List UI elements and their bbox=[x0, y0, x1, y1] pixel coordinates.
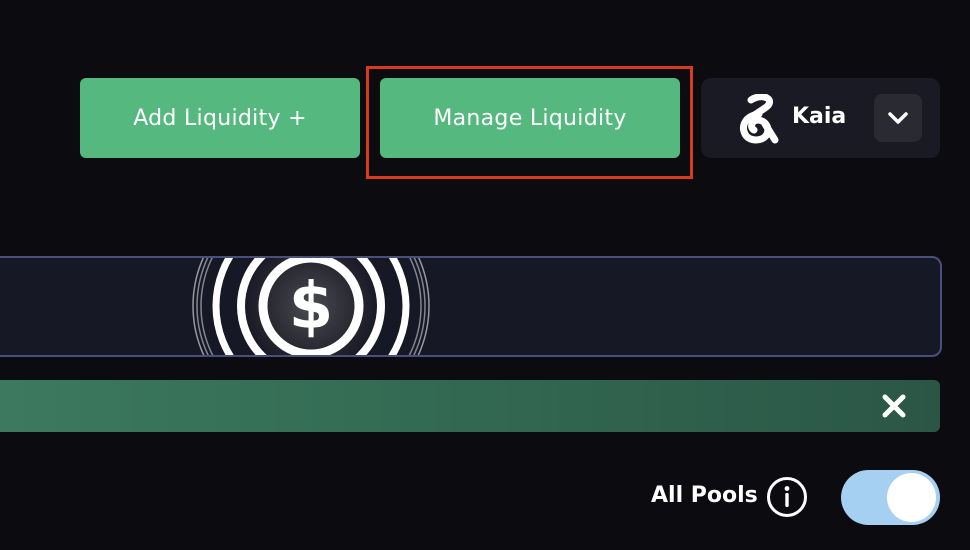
all-pools-toggle[interactable] bbox=[841, 470, 940, 525]
usd-coin-icon: $ bbox=[192, 258, 430, 355]
add-liquidity-button[interactable]: Add Liquidity + bbox=[80, 78, 360, 158]
manage-liquidity-button[interactable]: Manage Liquidity bbox=[380, 78, 680, 158]
chevron-down-icon[interactable] bbox=[874, 94, 922, 142]
notice-bar bbox=[0, 380, 940, 432]
network-name: Kaia bbox=[792, 104, 847, 129]
info-icon[interactable] bbox=[766, 476, 808, 518]
toggle-knob bbox=[887, 473, 936, 522]
close-icon[interactable] bbox=[880, 392, 908, 420]
network-selector[interactable]: Kaia bbox=[701, 78, 940, 158]
liquidity-page: Add Liquidity + Manage Liquidity Kaia $ … bbox=[0, 0, 970, 550]
svg-text:$: $ bbox=[289, 270, 334, 344]
all-pools-label: All Pools bbox=[651, 483, 758, 508]
token-banner: $ bbox=[0, 256, 942, 357]
kaia-logo-icon bbox=[740, 94, 779, 144]
